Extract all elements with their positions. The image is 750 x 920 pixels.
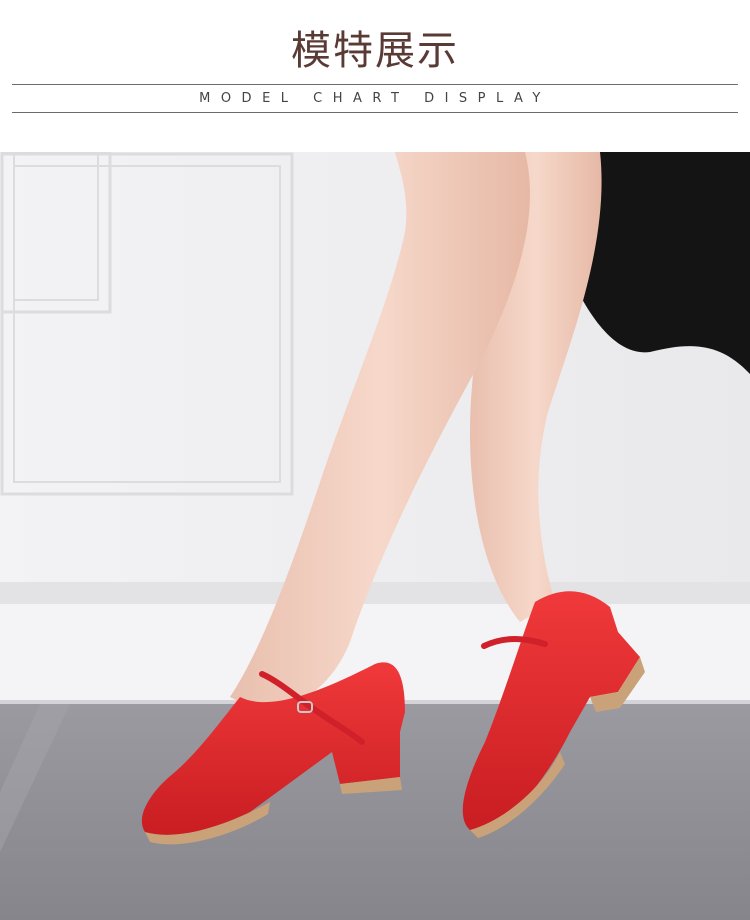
page-title: 模特展示 (291, 28, 459, 74)
header: 模特展示 MODEL CHART DISPLAY (0, 0, 750, 152)
divider-bottom (12, 112, 738, 113)
page-subtitle: MODEL CHART DISPLAY (199, 91, 551, 106)
model-photo-illustration (0, 152, 750, 920)
divider-top (12, 84, 738, 85)
model-photo (0, 152, 750, 920)
baseboard-molding (0, 582, 750, 604)
